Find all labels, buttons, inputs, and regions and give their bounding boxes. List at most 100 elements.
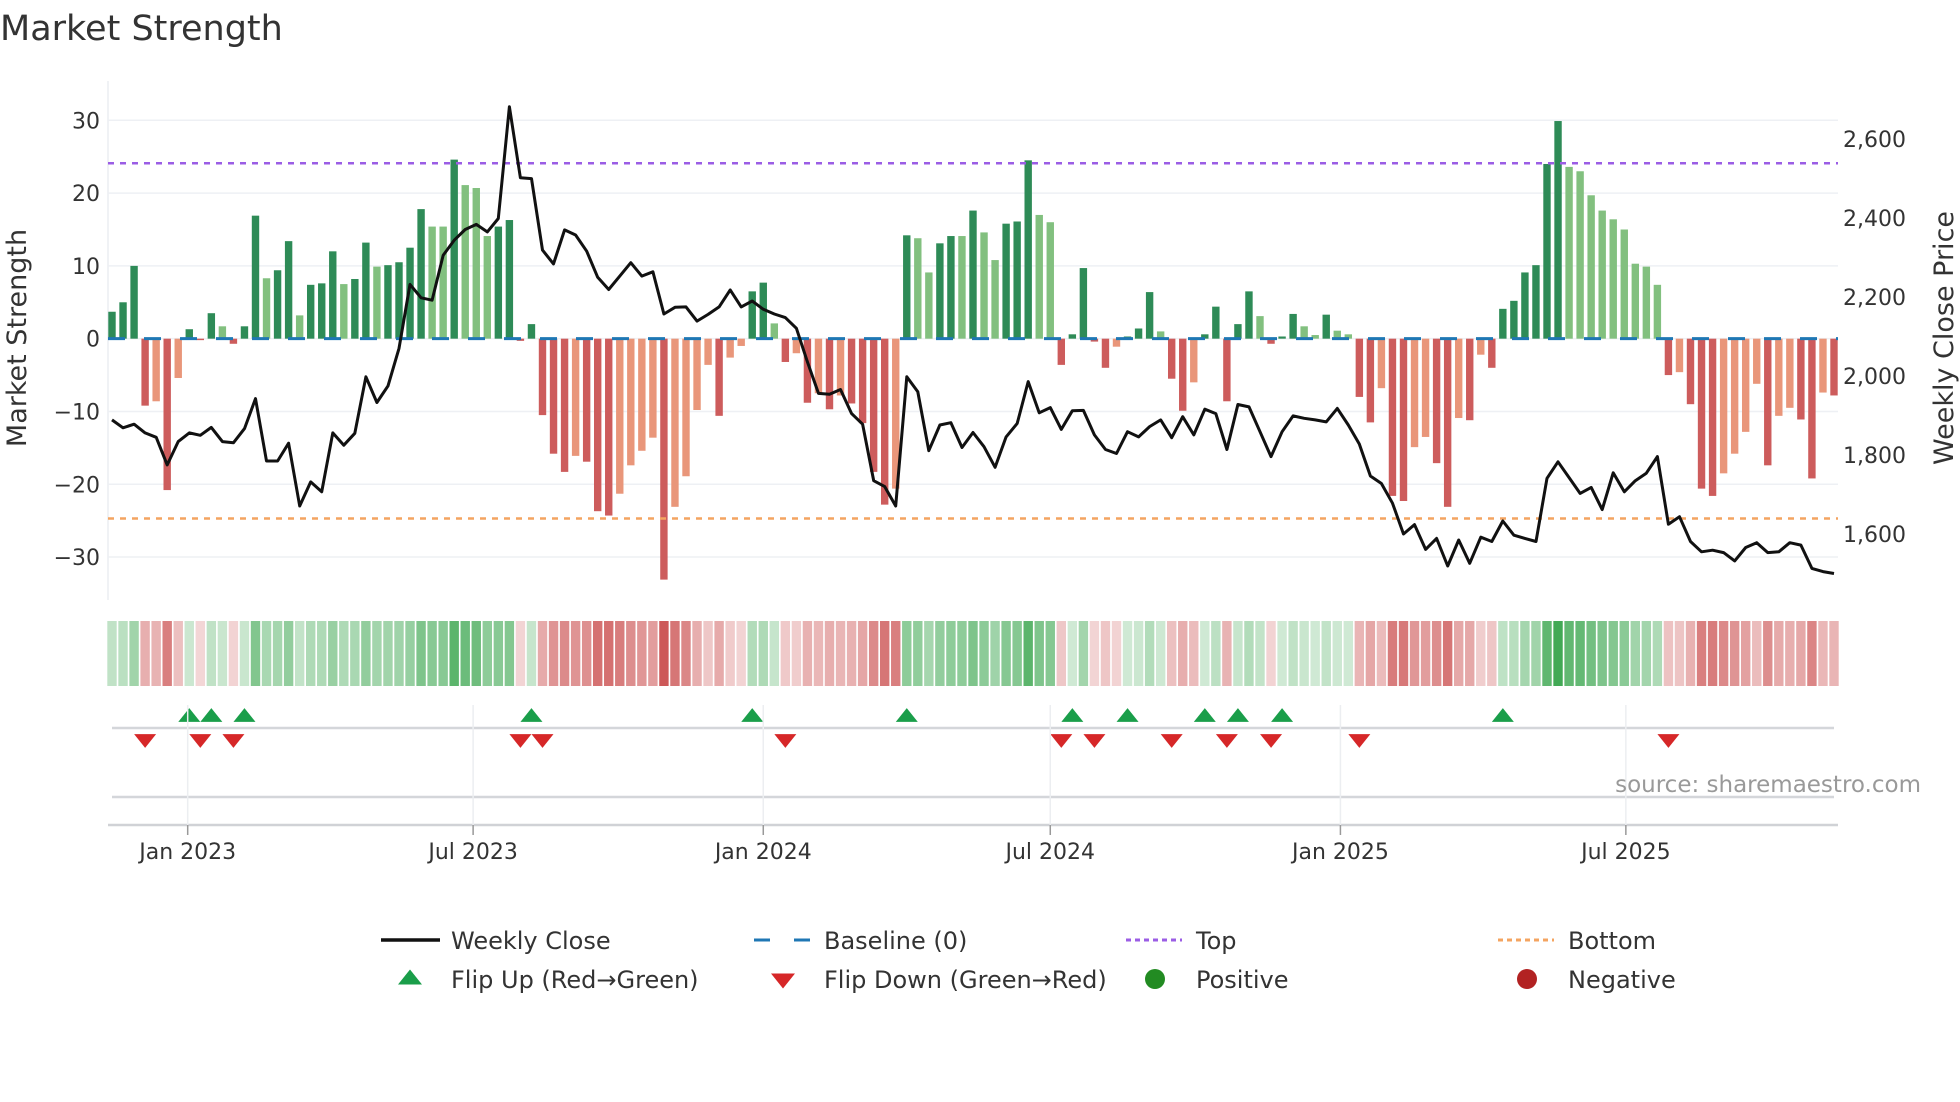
strip-cell — [548, 621, 559, 686]
strip-cell — [1520, 621, 1530, 686]
strength-bar — [715, 338, 723, 416]
strength-bar — [903, 235, 911, 339]
strength-bar — [1477, 338, 1485, 355]
legend-label: Negative — [1568, 966, 1676, 994]
strength-bar — [748, 291, 756, 339]
strip-cell — [339, 621, 349, 686]
strength-bar — [1675, 338, 1684, 373]
strip-cell — [261, 621, 272, 686]
strip-cell — [1310, 621, 1320, 686]
strength-bar — [1145, 292, 1154, 339]
strip-cell — [1299, 621, 1309, 686]
strength-bar — [1410, 338, 1419, 448]
strength-bar — [1697, 338, 1706, 489]
strength-bar — [1035, 214, 1043, 339]
flip-down-icon — [774, 734, 797, 748]
strength-bar — [649, 338, 657, 438]
strip-cell — [1178, 621, 1188, 686]
y-tick-label: 0 — [86, 328, 100, 353]
strength-bar — [1101, 338, 1110, 368]
strength-bar — [218, 326, 227, 339]
strip-cell — [791, 621, 802, 686]
strip-cell — [626, 621, 636, 686]
strip-cell — [1144, 621, 1155, 686]
y-tick-label: 20 — [72, 182, 100, 207]
strength-bar — [947, 236, 955, 339]
strength-bar — [925, 272, 933, 339]
strip-cell — [1100, 621, 1111, 686]
strength-bar — [869, 338, 878, 472]
strength-bar — [1432, 338, 1441, 464]
legend: Weekly Close Baseline (0) Top Bottom Flip Up… — [381, 927, 1676, 994]
strip-cell — [1200, 621, 1210, 686]
strength-bar — [505, 220, 514, 339]
strength-bar — [329, 251, 337, 339]
strength-bar — [914, 238, 922, 339]
flip-down-icon — [1215, 734, 1238, 748]
flip-down-icon — [1657, 734, 1680, 748]
strength-bar — [1719, 338, 1728, 474]
y-axis-title: Market Strength — [2, 229, 33, 447]
strip-cell — [107, 621, 117, 686]
flip-up-icon — [178, 708, 201, 722]
strength-bar — [1300, 326, 1308, 339]
strip-cell — [868, 621, 879, 686]
strip-cell — [294, 621, 305, 686]
y-tick-label: −20 — [54, 473, 100, 498]
strength-bar — [1620, 229, 1628, 339]
strip-cell — [140, 621, 150, 686]
flip-down-icon — [189, 734, 212, 748]
strength-bar — [450, 159, 458, 339]
positive-dot-icon — [1145, 969, 1165, 989]
y-tick-label: −10 — [54, 400, 100, 425]
strip-cell — [570, 621, 581, 686]
strength-bar — [1377, 338, 1386, 389]
strip-cell — [1409, 621, 1420, 686]
strip-cell — [1785, 621, 1795, 686]
y2-tick-label: 1,800 — [1843, 444, 1906, 469]
strip-cell — [250, 621, 261, 686]
y2-tick-label: 2,200 — [1843, 286, 1906, 311]
strip-cell — [802, 621, 813, 686]
strength-bar — [969, 210, 977, 339]
x-axis: Jan 2023 Jul 2023 Jan 2024 Jul 2024 Jan 2025… — [108, 705, 1838, 865]
strip-cell — [272, 621, 283, 686]
strip-cell — [1608, 621, 1618, 686]
strength-bar — [980, 232, 988, 339]
strip-cell — [1663, 621, 1674, 686]
strength-bar — [439, 226, 447, 339]
strip-cell — [714, 621, 724, 686]
strength-bar — [693, 338, 701, 411]
strength-bar — [660, 338, 668, 580]
strip-cell — [1740, 621, 1751, 686]
strip-cell — [990, 621, 1000, 686]
strip-cell — [1542, 621, 1552, 686]
legend-label: Top — [1195, 927, 1237, 955]
flip-down-icon — [771, 973, 795, 989]
strip-cell — [1266, 621, 1276, 686]
strength-bar — [593, 338, 602, 512]
strength-bar — [295, 315, 304, 339]
strip-cell — [493, 621, 504, 686]
strip-cell — [1586, 621, 1596, 686]
strength-bar — [1443, 338, 1452, 507]
strip-cell — [758, 621, 768, 686]
strength-bar — [240, 326, 249, 339]
strip-cell — [438, 621, 448, 686]
strength-bar — [1013, 221, 1021, 339]
strip-cell — [846, 621, 857, 686]
strength-bar — [1388, 338, 1397, 496]
strength-bar — [671, 338, 679, 507]
strength-bar — [726, 338, 734, 358]
strip-cell — [559, 621, 570, 686]
negative-dot-icon — [1517, 969, 1537, 989]
strip-cell — [1442, 621, 1453, 686]
strip-cell — [769, 621, 780, 686]
strip-cell — [637, 621, 647, 686]
strength-heat-strip — [107, 621, 1839, 686]
strip-cell — [1509, 621, 1519, 686]
strength-bar — [836, 338, 845, 396]
strength-bar — [1212, 306, 1220, 339]
strength-bar — [858, 338, 867, 424]
strip-cell — [228, 621, 239, 686]
